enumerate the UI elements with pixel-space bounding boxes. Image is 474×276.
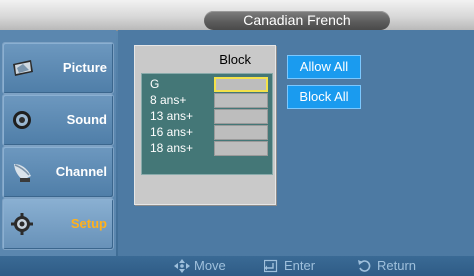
- block-column-header: Block: [135, 50, 275, 70]
- sidebar-item-setup[interactable]: Setup: [2, 198, 114, 250]
- block-header-label: Block: [219, 52, 251, 67]
- sidebar-item-label: Setup: [70, 216, 107, 231]
- block-checkbox[interactable]: [214, 77, 268, 92]
- speaker-icon: [11, 108, 37, 132]
- rating-list: G 8 ans+ 13 ans+ 16 ans+ 18 ans+: [141, 73, 273, 175]
- enter-hint-label: Enter: [284, 258, 316, 273]
- rating-label: 16 ans+: [150, 125, 194, 139]
- rating-row-16-ans[interactable]: 16 ans+: [142, 124, 272, 140]
- rating-row-g[interactable]: G: [142, 76, 272, 92]
- tv-osd-menu: Canadian French Picture Sound Channel Se…: [0, 0, 474, 276]
- sidebar-item-channel[interactable]: Channel: [2, 146, 114, 198]
- footer-hints: Move Enter Return: [0, 256, 474, 276]
- return-hint: Return: [357, 256, 447, 276]
- move-arrows-icon: [174, 259, 190, 273]
- picture-icon: [11, 56, 37, 80]
- block-checkbox[interactable]: [214, 93, 268, 108]
- rating-label: G: [150, 77, 160, 91]
- move-hint-label: Move: [194, 258, 226, 273]
- block-panel: Block G 8 ans+ 13 ans+ 16 ans+ 18 ans+: [134, 45, 276, 205]
- gear-icon: [11, 212, 37, 236]
- content-area: Block G 8 ans+ 13 ans+ 16 ans+ 18 ans+ A…: [118, 30, 474, 256]
- rating-label: 8 ans+: [150, 93, 187, 107]
- allow-all-button[interactable]: Allow All: [287, 55, 361, 79]
- sidebar-item-label: Sound: [66, 112, 107, 127]
- rating-row-18-ans[interactable]: 18 ans+: [142, 140, 272, 156]
- sidebar: Picture Sound Channel Setup: [0, 30, 116, 256]
- rating-row-13-ans[interactable]: 13 ans+: [142, 108, 272, 124]
- sidebar-item-picture[interactable]: Picture: [2, 42, 114, 94]
- return-icon: [358, 260, 371, 272]
- move-hint: Move: [174, 256, 254, 276]
- return-hint-label: Return: [377, 258, 417, 273]
- satellite-dish-icon: [11, 160, 37, 184]
- block-all-button[interactable]: Block All: [287, 85, 361, 109]
- title-bar: Canadian French: [0, 0, 474, 31]
- rating-row-8-ans[interactable]: 8 ans+: [142, 92, 272, 108]
- block-checkbox[interactable]: [214, 109, 268, 124]
- sidebar-item-label: Picture: [62, 60, 107, 75]
- rating-label: 18 ans+: [150, 141, 194, 155]
- block-checkbox[interactable]: [214, 141, 268, 156]
- enter-icon: [264, 259, 278, 273]
- menu-title: Canadian French: [204, 11, 390, 30]
- rating-label: 13 ans+: [150, 109, 194, 123]
- enter-hint: Enter: [264, 256, 344, 276]
- sidebar-item-sound[interactable]: Sound: [2, 94, 114, 146]
- block-checkbox[interactable]: [214, 125, 268, 140]
- sidebar-item-label: Channel: [55, 164, 107, 179]
